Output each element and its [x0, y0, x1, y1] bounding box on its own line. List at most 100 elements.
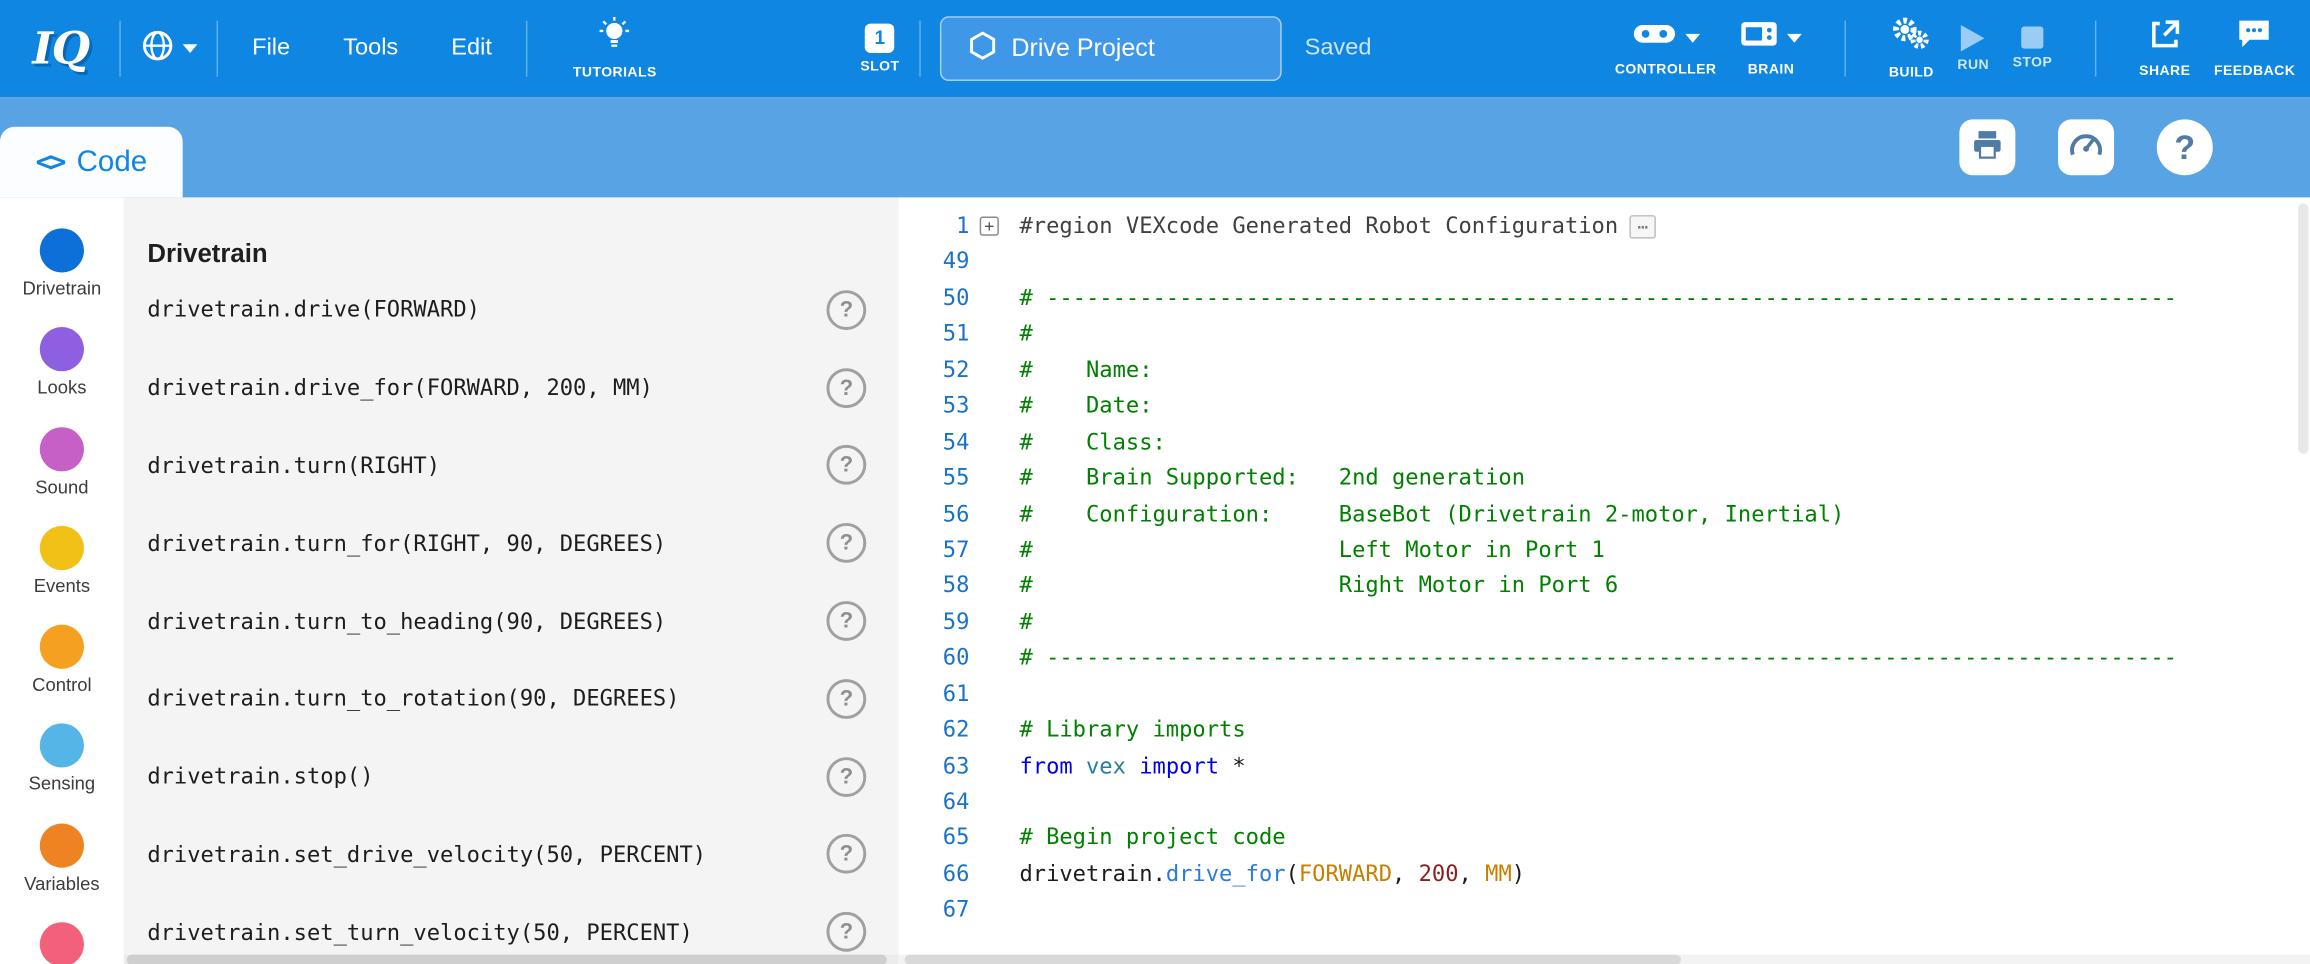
code-line: 62# Library imports — [899, 711, 2310, 747]
line-number: 1 — [899, 212, 970, 239]
category-item-sound[interactable]: Sound — [35, 427, 88, 526]
code-text: #region VEXcode Generated Robot Configur… — [1008, 212, 1656, 239]
command-text[interactable]: drivetrain.turn_to_heading(90, DEGREES) — [147, 608, 666, 635]
line-number: 67 — [899, 896, 970, 923]
category-item-control[interactable]: Control — [32, 625, 91, 724]
gamepad-icon — [1632, 19, 1676, 56]
category-item-looks[interactable]: Looks — [37, 327, 86, 426]
fold-toggle-icon[interactable]: + — [980, 216, 999, 235]
scrollbar-thumb[interactable] — [905, 954, 1681, 964]
horizontal-scrollbar[interactable] — [124, 954, 899, 964]
stop-button[interactable]: STOP — [2013, 0, 2053, 97]
tutorials-button[interactable]: TUTORIALS — [573, 0, 657, 97]
command-help-button[interactable]: ? — [826, 523, 866, 563]
vertical-scrollbar[interactable] — [2297, 197, 2310, 964]
code-token: # Configuration: BaseBot (Drivetrain 2-m… — [1019, 500, 1844, 527]
command-help-button[interactable]: ? — [826, 601, 866, 641]
code-token: MM — [1485, 860, 1512, 887]
line-number: 51 — [899, 320, 970, 347]
stop-icon — [2021, 27, 2043, 49]
command-help-button[interactable]: ? — [826, 679, 866, 719]
horizontal-scrollbar[interactable] — [899, 954, 2310, 964]
command-help-button[interactable]: ? — [826, 290, 866, 330]
main-content: DrivetrainLooksSoundEventsControlSensing… — [0, 197, 2310, 964]
category-label: Control — [32, 675, 91, 696]
command-help-button[interactable]: ? — [826, 835, 866, 875]
line-number: 49 — [899, 248, 970, 275]
code-text: # Class: — [1008, 428, 1166, 455]
scrollbar-thumb[interactable] — [2298, 203, 2308, 453]
brain-button[interactable]: BRAIN — [1740, 0, 1802, 97]
category-dot — [40, 427, 84, 471]
run-button[interactable]: RUN — [1957, 0, 1989, 97]
command-help-button[interactable]: ? — [826, 912, 866, 952]
code-line: 52# Name: — [899, 351, 2310, 387]
share-button[interactable]: SHARE — [2139, 0, 2190, 97]
code-token: import — [1139, 752, 1219, 779]
command-panel-title: Drivetrain — [147, 239, 898, 271]
command-panel: Drivetrain drivetrain.drive(FORWARD)?dri… — [124, 197, 899, 964]
language-button[interactable] — [140, 27, 197, 70]
command-text[interactable]: drivetrain.set_drive_velocity(50, PERCEN… — [147, 841, 706, 868]
slot-button[interactable]: 1 SLOT — [860, 0, 899, 97]
command-help-button[interactable]: ? — [826, 368, 866, 408]
stop-label: STOP — [2013, 55, 2053, 71]
gauge-icon — [2068, 127, 2103, 167]
command-text[interactable]: drivetrain.turn_to_rotation(90, DEGREES) — [147, 686, 679, 713]
code-editor[interactable]: 1 + #region VEXcode Generated Robot Config… — [899, 197, 2310, 964]
folded-code-ellipsis[interactable]: ⋯ — [1630, 215, 1655, 239]
help-button[interactable]: ? — [2157, 119, 2213, 175]
code-line: 53# Date: — [899, 387, 2310, 423]
menu-bar: File Tools Edit — [252, 35, 492, 62]
project-name-button[interactable]: Drive Project — [939, 16, 1281, 81]
category-item-events[interactable]: Events — [34, 526, 90, 625]
build-button[interactable]: BUILD — [1889, 0, 1934, 97]
code-line: 59# — [899, 603, 2310, 639]
code-line: 50# ------------------------------------… — [899, 279, 2310, 315]
command-row: drivetrain.stop()? — [124, 738, 899, 816]
divider — [526, 21, 527, 77]
menu-edit[interactable]: Edit — [451, 35, 492, 62]
code-text: # Begin project code — [1008, 824, 1286, 851]
command-text[interactable]: drivetrain.turn(RIGHT) — [147, 452, 440, 479]
command-text[interactable]: drivetrain.stop() — [147, 763, 373, 790]
chevron-down-icon — [183, 44, 198, 53]
menu-tools[interactable]: Tools — [343, 35, 398, 62]
code-text: # Library imports — [1008, 716, 1246, 743]
print-button[interactable] — [1959, 119, 2015, 175]
code-text: # — [1008, 320, 1033, 347]
code-text: # Right Motor in Port 6 — [1008, 572, 1618, 599]
tab-code[interactable]: <> Code — [0, 127, 183, 198]
command-text[interactable]: drivetrain.drive(FORWARD) — [147, 297, 480, 324]
scrollbar-thumb[interactable] — [127, 954, 887, 964]
command-text[interactable]: drivetrain.turn_for(RIGHT, 90, DEGREES) — [147, 530, 666, 557]
build-label: BUILD — [1889, 65, 1934, 81]
monitor-button[interactable] — [2058, 119, 2114, 175]
line-number: 60 — [899, 644, 970, 671]
category-dot — [40, 625, 84, 669]
code-line: 55# Brain Supported: 2nd generation — [899, 459, 2310, 495]
code-text: # — [1008, 608, 1033, 635]
category-item-drivetrain[interactable]: Drivetrain — [22, 228, 101, 327]
divider — [2095, 21, 2096, 77]
line-number: 63 — [899, 752, 970, 779]
category-item-variables[interactable]: Variables — [24, 823, 99, 922]
command-list: drivetrain.drive(FORWARD)? drivetrain.dri… — [124, 271, 899, 964]
category-item-sensing[interactable]: Sensing — [29, 724, 96, 823]
command-text[interactable]: drivetrain.drive_for(FORWARD, 200, MM) — [147, 374, 653, 401]
gears-icon — [1892, 16, 1930, 59]
controller-button[interactable]: CONTROLLER — [1615, 0, 1717, 97]
feedback-button[interactable]: FEEDBACK — [2214, 0, 2295, 97]
code-line: 65# Begin project code — [899, 819, 2310, 855]
menu-file[interactable]: File — [252, 35, 290, 62]
command-text[interactable]: drivetrain.set_turn_velocity(50, PERCENT… — [147, 919, 692, 946]
command-help-button[interactable]: ? — [826, 446, 866, 486]
category-item[interactable] — [40, 922, 84, 964]
line-number: 58 — [899, 572, 970, 599]
code-token: * — [1219, 752, 1246, 779]
code-line: 51 # — [899, 315, 2310, 351]
question-mark-icon: ? — [2174, 127, 2195, 167]
line-number: 64 — [899, 788, 970, 815]
line-number: 53 — [899, 392, 970, 419]
command-help-button[interactable]: ? — [826, 757, 866, 797]
